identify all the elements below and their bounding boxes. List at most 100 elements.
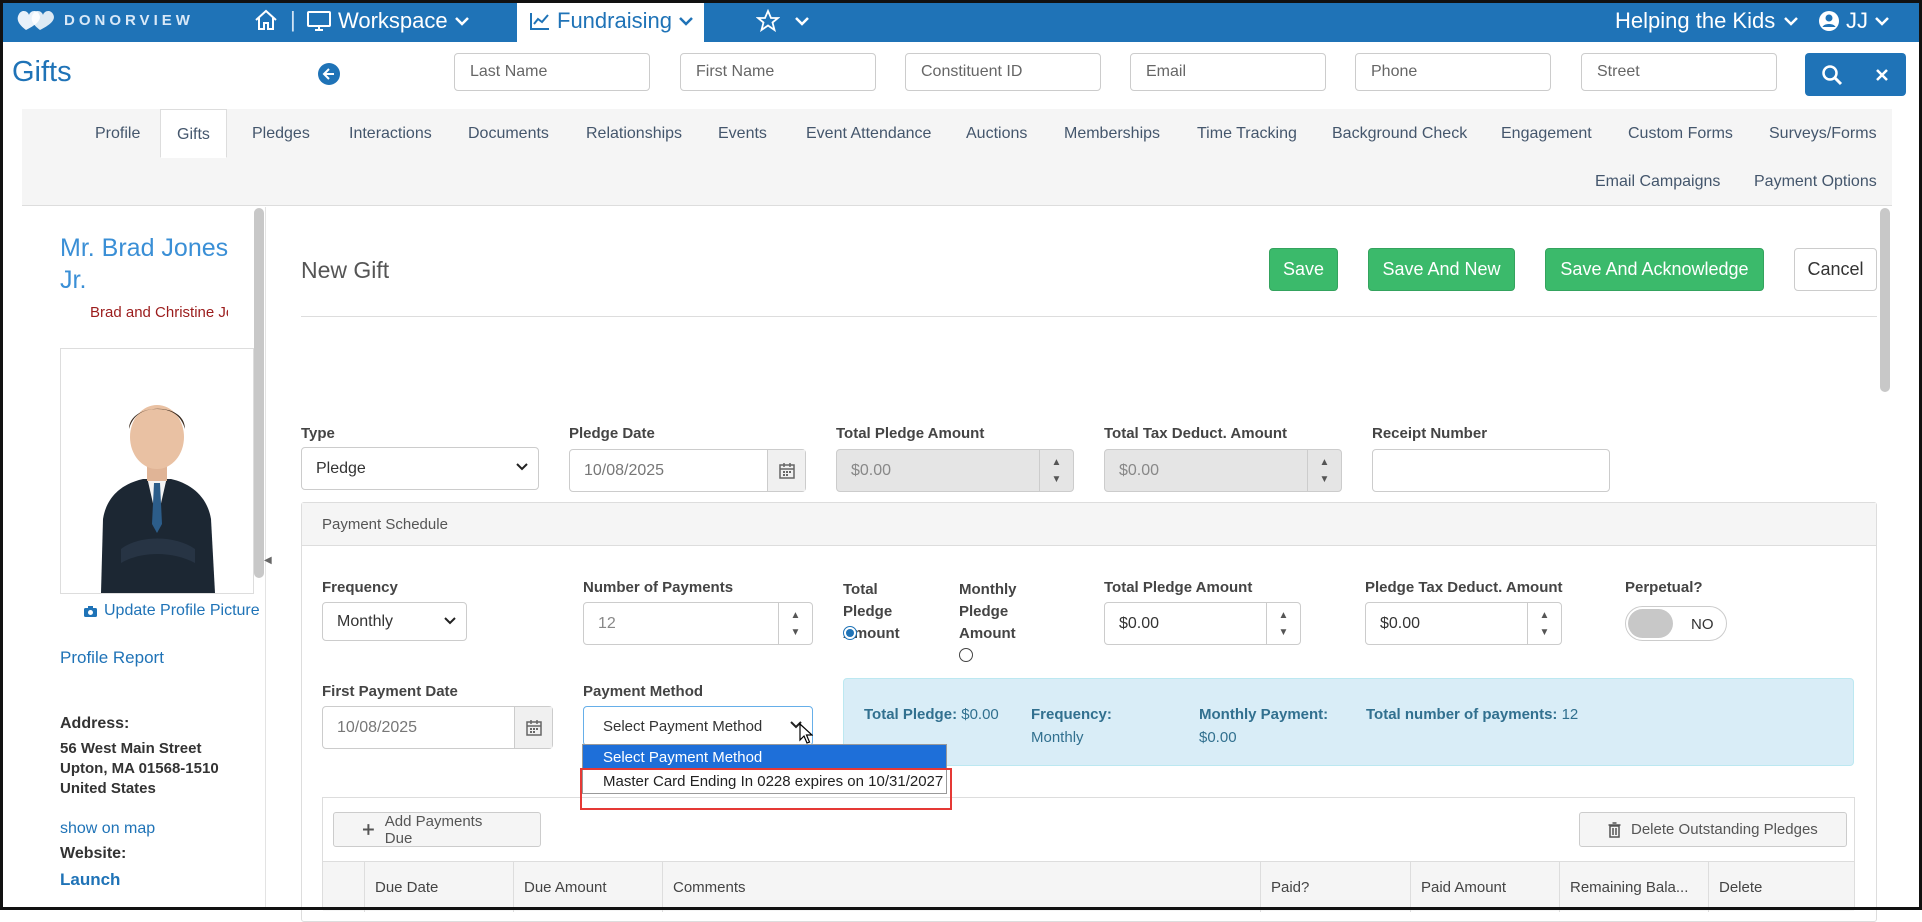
home-button[interactable] [254,9,278,36]
first-payment-date-input[interactable]: 10/08/2025 [322,706,553,749]
receipt-number-label: Receipt Number [1372,425,1488,442]
tab-custom-forms[interactable]: Custom Forms [1628,125,1733,143]
collapse-arrow-icon[interactable]: ◀ [264,555,272,566]
chevron-down-icon [679,17,693,26]
amount-stepper: ▲ ▼ [1039,450,1073,491]
type-value: Pledge [316,459,366,477]
favorites-menu[interactable] [756,9,810,32]
show-on-map-link[interactable]: show on map [60,820,155,838]
calendar-button[interactable] [767,450,805,491]
workspace-menu[interactable]: Workspace [306,8,470,34]
tab-documents[interactable]: Documents [468,125,549,143]
last-name-search[interactable] [454,53,650,91]
close-icon[interactable] [1874,67,1890,83]
tab-surveys-forms[interactable]: Surveys/Forms [1769,125,1877,143]
type-select[interactable]: Pledge [301,447,539,490]
sidebar-scrollbar[interactable] [254,208,264,578]
delete-outstanding-pledges-button[interactable]: Delete Outstanding Pledges [1579,812,1847,847]
table-header-remaining-balance[interactable]: Remaining Bala... [1559,862,1708,912]
tab-pledges[interactable]: Pledges [252,125,310,143]
summary-total-value: $0.00 [961,706,999,723]
delete-outstanding-pledges-label: Delete Outstanding Pledges [1631,821,1818,838]
trash-icon [1608,821,1621,838]
tab-events[interactable]: Events [718,125,767,143]
logo-text: DONORVIEW [64,11,194,29]
payment-schedule-header: Payment Schedule [302,503,1876,546]
perpetual-toggle[interactable]: NO [1625,606,1727,641]
website-launch-link[interactable]: Launch [60,870,120,890]
pledge-amount-stepper[interactable]: ▲ ▼ [1266,603,1300,644]
tab-event-attendance[interactable]: Event Attendance [806,125,931,143]
table-header-comments[interactable]: Comments [662,862,1260,912]
chevron-down-icon [1875,17,1889,26]
pledge-amount-input[interactable]: $0.00 ▲ ▼ [1104,602,1301,645]
tab-background-check[interactable]: Background Check [1332,125,1467,143]
save-and-acknowledge-button[interactable]: Save And Acknowledge [1545,248,1764,291]
table-header-select [323,862,364,912]
tab-engagement[interactable]: Engagement [1501,125,1592,143]
tab-relationships[interactable]: Relationships [586,125,682,143]
profile-report-link[interactable]: Profile Report [60,648,164,668]
phone-search[interactable] [1355,53,1551,91]
number-of-payments-label: Number of Payments [583,579,734,596]
chevron-down-icon [454,17,469,26]
pledge-tax-input[interactable]: $0.00 ▲ ▼ [1365,602,1562,645]
tab-time-tracking[interactable]: Time Tracking [1197,125,1297,143]
save-button[interactable]: Save [1269,248,1338,291]
summary-total: Total Pledge: $0.00 [864,703,999,726]
website-label: Website: [60,845,127,862]
tab-payment-options[interactable]: Payment Options [1754,173,1877,191]
receipt-number-input[interactable] [1372,449,1610,492]
update-profile-picture-link[interactable]: Update Profile Picture [83,602,260,620]
calendar-button[interactable] [514,707,552,748]
pledge-date-input[interactable]: 10/08/2025 [569,449,806,492]
page-title: Gifts [12,56,72,88]
street-search[interactable] [1581,53,1777,91]
radio-monthly-pledge[interactable] [959,648,973,662]
table-header-due-amount[interactable]: Due Amount [513,862,662,912]
email-search[interactable] [1130,53,1326,91]
donorview-logo[interactable]: DONORVIEW [16,8,194,32]
chevron-down-icon [795,16,809,26]
pledge-tax-stepper[interactable]: ▲ ▼ [1527,603,1561,644]
back-button[interactable] [318,63,340,85]
tab-email-campaigns[interactable]: Email Campaigns [1595,173,1720,191]
type-label: Type [301,425,335,442]
first-name-search[interactable] [680,53,876,91]
main-scrollbar[interactable] [1880,208,1890,392]
table-header-paid-amount[interactable]: Paid Amount [1410,862,1559,912]
address-label: Address: [60,715,130,732]
fundraising-label: Fundraising [557,8,672,33]
frequency-select[interactable]: Monthly [322,602,467,641]
search-button-group [1805,53,1906,96]
constituent-id-search[interactable] [905,53,1101,91]
summary-monthly: Monthly Payment: $0.00 [1199,703,1328,749]
payment-method-option-placeholder[interactable]: Select Payment Method [583,745,946,769]
table-header-paid[interactable]: Paid? [1260,862,1410,912]
summary-frequency-label: Frequency: [1031,706,1112,723]
tab-profile[interactable]: Profile [95,125,140,143]
user-menu[interactable]: JJ [1818,8,1890,34]
payments-stepper[interactable]: ▲ ▼ [778,603,812,644]
payments-table: Add Payments Due Delete Outstanding Pled… [322,797,1856,912]
pledge-amount-value: $0.00 [1119,614,1160,632]
cancel-button[interactable]: Cancel [1794,248,1877,291]
pledge-summary: Total Pledge: $0.00 Frequency: Monthly M… [843,678,1854,766]
tab-interactions[interactable]: Interactions [349,125,432,143]
table-header-due-date[interactable]: Due Date [364,862,513,912]
table-header-delete[interactable]: Delete [1708,862,1856,912]
number-of-payments-input[interactable]: 12 ▲ ▼ [583,602,813,645]
tab-gifts[interactable]: Gifts [160,109,227,158]
tab-auctions[interactable]: Auctions [966,125,1027,143]
household-name[interactable]: Brad and Christine Jones [90,304,228,321]
fundraising-menu[interactable]: Fundraising [517,0,704,42]
summary-frequency: Frequency: Monthly [1031,703,1112,749]
payment-method-select[interactable]: Select Payment Method [583,706,813,746]
save-and-new-button[interactable]: Save And New [1368,248,1515,291]
organization-menu[interactable]: Helping the Kids [1615,8,1799,34]
tab-memberships[interactable]: Memberships [1064,125,1160,143]
add-payments-due-button[interactable]: Add Payments Due [333,812,541,847]
search-icon[interactable] [1821,64,1843,86]
table-header-row: Due Date Due Amount Comments Paid? Paid … [323,861,1856,912]
radio-total-pledge[interactable] [843,626,857,640]
